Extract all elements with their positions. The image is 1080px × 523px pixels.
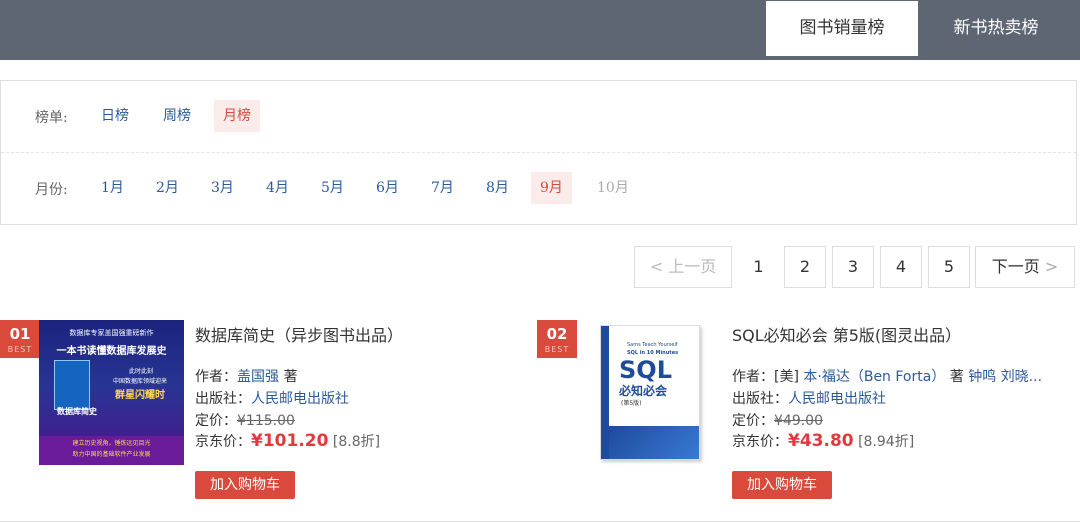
jd-price-value: ¥101.20	[251, 431, 329, 451]
book-author: 作者：[美] 本·福达（Ben Forta） 著 钟鸣 刘晓...	[732, 366, 1042, 386]
add-to-cart-button[interactable]: 加入购物车	[195, 471, 295, 499]
book-cover-image[interactable]: 数据库专家盖国强重磅新作 一本书读懂数据库发展史 此时此刻 中国数据库领域迎来 …	[39, 320, 184, 465]
month-filter-label: 月份:	[35, 182, 68, 198]
jd-price-label: 京东价：	[732, 434, 788, 450]
cover-tagline: 数据库专家盖国强重磅新作	[69, 329, 154, 337]
book-list-price: 定价：¥115.00	[195, 410, 295, 430]
list-price-label: 定价：	[732, 413, 774, 429]
cover-cn-title: 必知必会	[619, 384, 668, 398]
author-suffix: 著	[283, 369, 298, 385]
publisher-label: 出版社：	[195, 391, 251, 407]
rank-badge: 01 BEST	[0, 320, 40, 358]
month-filter-row: 月份: 1月 2月 3月 4月 5月 6月 7月 8月 9月 10月	[1, 153, 1076, 225]
publisher-link[interactable]: 人民邮电出版社	[251, 391, 349, 407]
jd-price-label: 京东价：	[195, 434, 251, 450]
month-5[interactable]: 5月	[312, 172, 353, 204]
cover-sql: SQL	[619, 356, 672, 384]
list-filter-label: 榜单:	[35, 110, 68, 126]
add-to-cart-button[interactable]: 加入购物车	[732, 471, 832, 499]
book-title[interactable]: SQL必知必会 第5版(图灵出品）	[732, 322, 961, 346]
cover-series: Sams Teach Yourself	[627, 342, 678, 348]
author-link[interactable]: 刘晓...	[1001, 369, 1042, 385]
discount-value: [8.94折]	[858, 434, 915, 450]
jd-price-value: ¥43.80	[788, 431, 854, 451]
rank-number: 01	[9, 325, 31, 343]
tab-book-sales-ranking[interactable]: 图书销量榜	[766, 1, 918, 56]
author-suffix: 著	[949, 369, 964, 385]
best-label: BEST	[7, 345, 33, 354]
author-link[interactable]: 本·福达（Ben Forta）	[803, 369, 945, 385]
page-4[interactable]: 4	[880, 246, 922, 288]
cover-spine	[601, 326, 609, 459]
list-price-label: 定价：	[195, 413, 237, 429]
author-link[interactable]: 盖国强	[237, 369, 279, 385]
filter-monthly[interactable]: 月榜	[214, 100, 260, 132]
book-title[interactable]: 数据库简史（异步图书出品）	[195, 322, 403, 346]
author-link[interactable]: 钟鸣	[968, 369, 996, 385]
page-5[interactable]: 5	[928, 246, 970, 288]
rank-number: 02	[546, 325, 568, 343]
month-4[interactable]: 4月	[257, 172, 298, 204]
cover-bottom-band	[609, 426, 699, 459]
chevron-right-icon: >	[1044, 257, 1059, 276]
month-1[interactable]: 1月	[92, 172, 133, 204]
list-price-value: ¥115.00	[237, 413, 295, 429]
month-7[interactable]: 7月	[422, 172, 463, 204]
cover-bottom2: 助力中国的基础软件产业发展	[72, 451, 151, 458]
pagination: < 上一页 1 2 3 4 5 下一页 >	[0, 246, 1080, 288]
book-publisher: 出版社：人民邮电出版社	[195, 388, 349, 408]
cover-bottom1: 建立历史视角，锤炼远见目光	[72, 440, 151, 447]
cover-highlight: 群星闪耀时	[115, 390, 165, 401]
cover-title: 数据库简史	[57, 407, 97, 416]
list-price-value: ¥49.00	[774, 413, 823, 429]
book-publisher: 出版社：人民邮电出版社	[732, 388, 886, 408]
book-author: 作者：盖国强 著	[195, 366, 297, 386]
page-1[interactable]: 1	[738, 246, 779, 288]
book-list-price: 定价：¥49.00	[732, 410, 823, 430]
publisher-label: 出版社：	[732, 391, 788, 407]
prev-page-button: < 上一页	[634, 246, 732, 288]
cover-sub1: 此时此刻	[128, 368, 153, 375]
cover-book-illustration	[54, 360, 90, 410]
month-8[interactable]: 8月	[477, 172, 518, 204]
rank-badge: 02 BEST	[537, 320, 577, 358]
cover-headline: 一本书读懂数据库发展史	[56, 346, 167, 357]
list-filter-row: 榜单: 日榜 周榜 月榜	[1, 81, 1076, 153]
tab-new-book-ranking[interactable]: 新书热卖榜	[920, 1, 1072, 56]
best-label: BEST	[544, 345, 570, 354]
month-10: 10月	[597, 180, 629, 196]
cover-sub2: 中国数据库领域迎来	[112, 378, 167, 385]
month-6[interactable]: 6月	[367, 172, 408, 204]
filter-panel: 榜单: 日榜 周榜 月榜 月份: 1月 2月 3月 4月 5月 6月 7月 8月…	[0, 80, 1077, 225]
page-2[interactable]: 2	[784, 246, 826, 288]
next-page-button[interactable]: 下一页 >	[975, 246, 1075, 288]
book-jd-price: 京东价：¥101.20 [8.8折]	[195, 431, 380, 451]
filter-weekly[interactable]: 周榜	[154, 100, 200, 132]
cover-edition: (第5版)	[621, 400, 642, 407]
top-bar	[0, 0, 1080, 60]
divider	[0, 521, 1080, 522]
discount-value: [8.8折]	[332, 434, 381, 450]
month-2[interactable]: 2月	[147, 172, 188, 204]
filter-daily[interactable]: 日榜	[92, 100, 138, 132]
publisher-link[interactable]: 人民邮电出版社	[788, 391, 886, 407]
book-jd-price: 京东价：¥43.80 [8.94折]	[732, 431, 914, 451]
month-9[interactable]: 9月	[531, 172, 572, 204]
next-page-label: 下一页	[991, 257, 1040, 276]
author-label: 作者：	[195, 369, 237, 385]
month-3[interactable]: 3月	[202, 172, 243, 204]
author-label: 作者：	[732, 369, 774, 385]
page-3[interactable]: 3	[832, 246, 874, 288]
book-cover-image[interactable]: Sams Teach Yourself SQL in 10 Minutes SQ…	[600, 325, 700, 460]
author-prefix: [美]	[774, 369, 799, 385]
